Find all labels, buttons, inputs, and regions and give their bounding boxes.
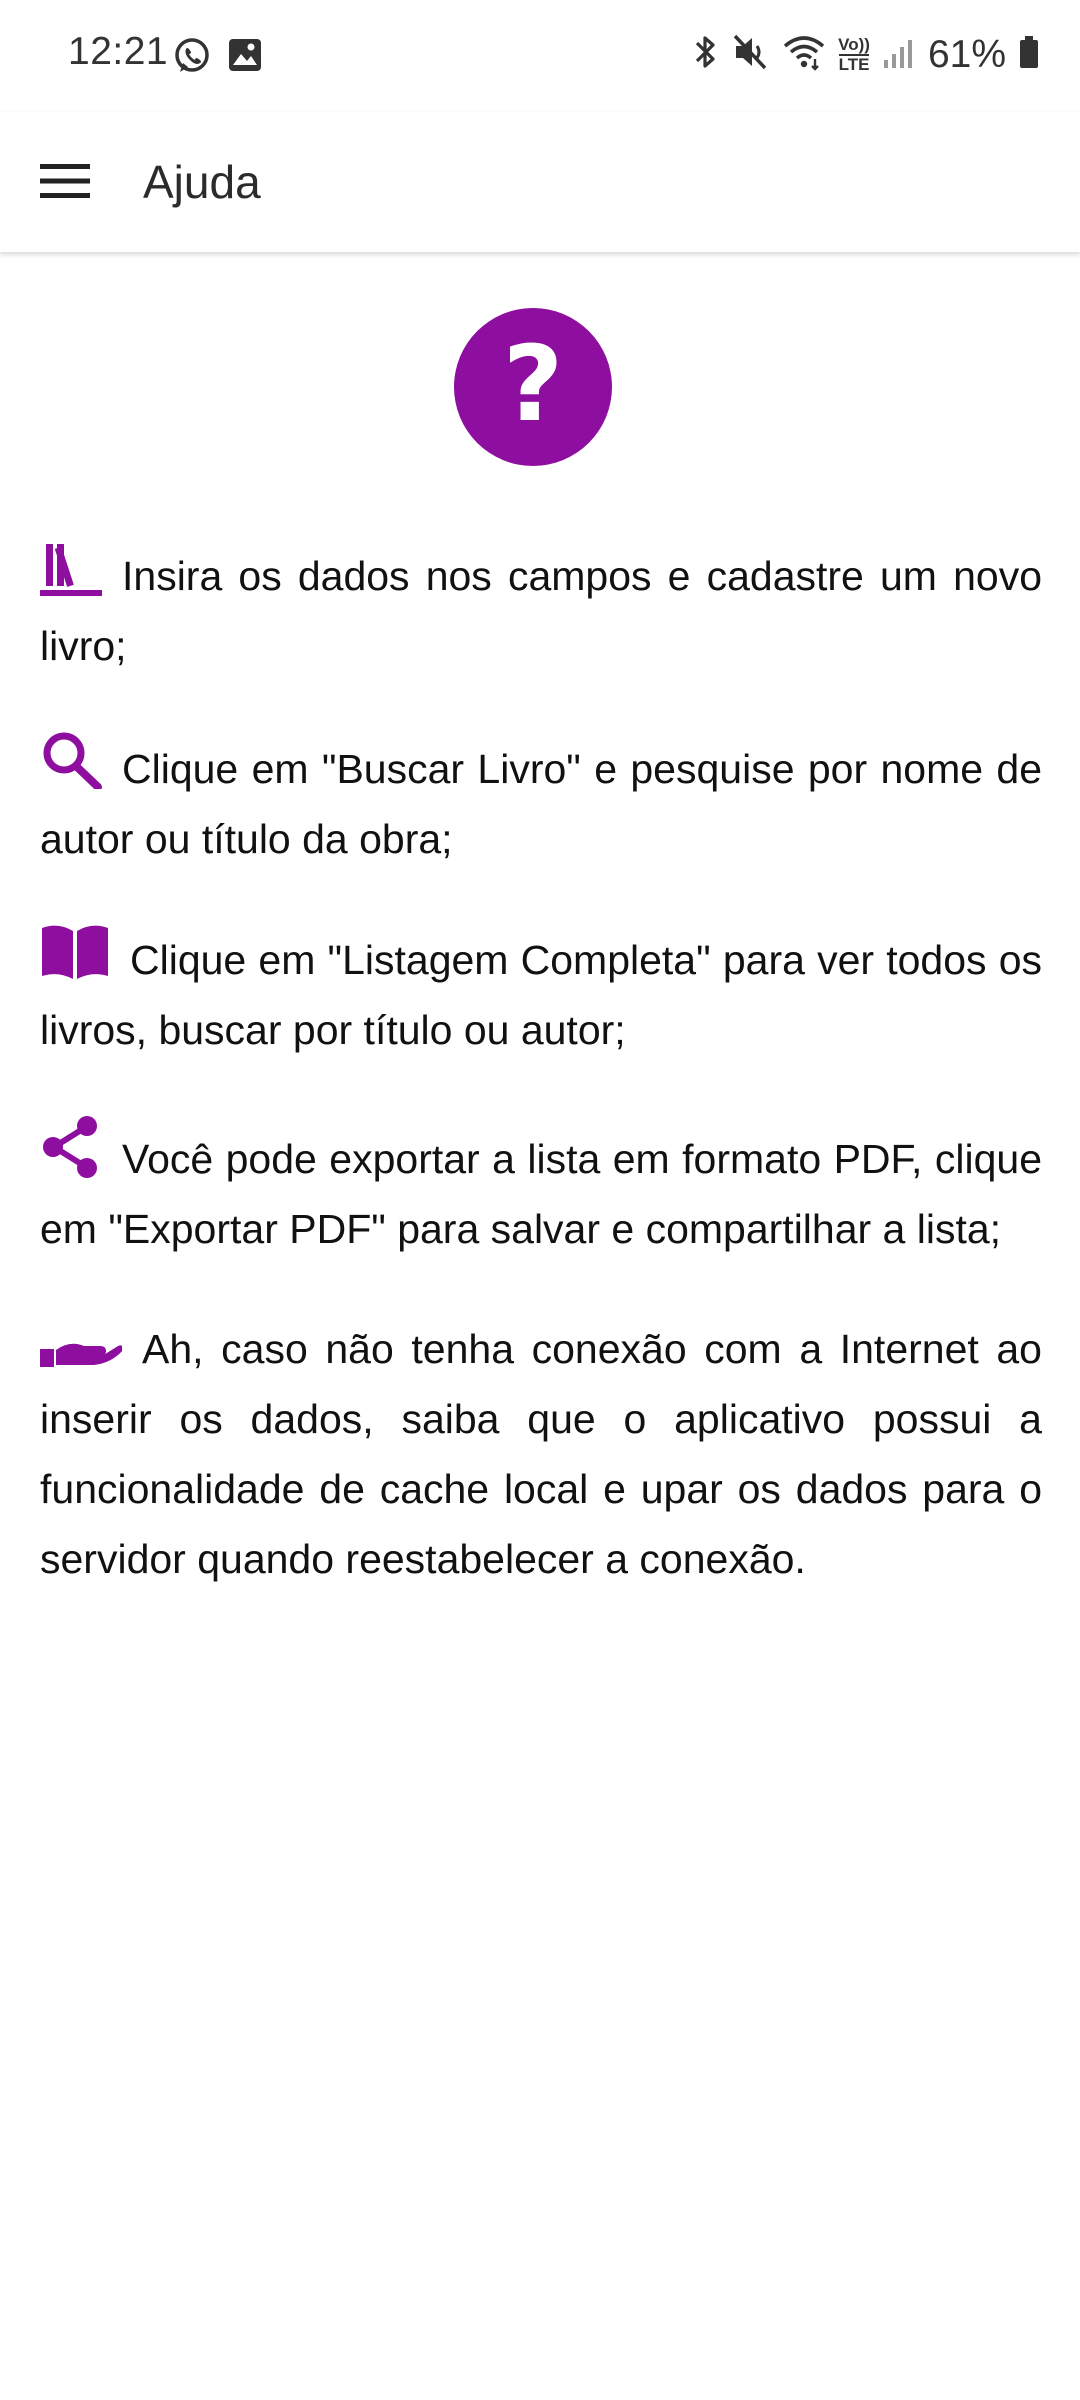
books-icon (40, 540, 102, 596)
help-item-text: Insira os dados nos campos e cadastre um… (40, 553, 1042, 669)
help-question-icon: ? (454, 308, 612, 466)
page-title: Ajuda (143, 156, 261, 208)
help-item-buscar: Clique em "Buscar Livro" e pesquise por … (40, 731, 1042, 874)
volte-label-top: Vo)) (838, 34, 870, 54)
bluetooth-icon (690, 32, 720, 77)
wifi-icon (782, 32, 826, 77)
menu-button[interactable] (24, 142, 106, 224)
help-item-listagem: Clique em "Listagem Completa" para ver t… (40, 924, 1042, 1065)
status-system-icons: Vo)) LTE 61% (690, 32, 1040, 77)
help-item-cache: Ah, caso não tenha conexão com a Interne… (40, 1314, 1042, 1594)
mute-icon (732, 32, 770, 77)
battery-icon (1018, 32, 1040, 77)
status-bar: 12:21 Vo)) LTE 61% (0, 0, 1080, 112)
status-notification-icons (172, 36, 264, 81)
app-bar: Ajuda (0, 112, 1080, 253)
help-item-text: Clique em "Listagem Completa" para ver t… (40, 937, 1042, 1053)
help-item-text: Ah, caso não tenha conexão com a Interne… (40, 1326, 1042, 1582)
help-item-cadastrar: Insira os dados nos campos e cadastre um… (40, 540, 1042, 681)
help-item-exportar: Você pode exportar a lista em formato PD… (40, 1115, 1042, 1264)
hamburger-menu-icon (40, 163, 90, 204)
status-time: 12:21 (68, 30, 169, 73)
search-icon (40, 731, 102, 789)
volte-label-bottom: LTE (838, 53, 870, 74)
open-book-icon (40, 924, 110, 980)
hand-icon (40, 1335, 122, 1369)
help-item-text: Você pode exportar a lista em formato PD… (40, 1136, 1042, 1252)
whatsapp-icon (172, 36, 212, 81)
help-item-text: Clique em "Buscar Livro" e pesquise por … (40, 746, 1042, 862)
signal-icon (882, 32, 916, 77)
share-icon (40, 1115, 102, 1179)
battery-percent: 61% (927, 32, 1006, 76)
help-badge: ? (454, 308, 612, 466)
gallery-icon (226, 36, 264, 81)
volte-icon: Vo)) LTE (838, 34, 870, 74)
help-badge-glyph: ? (503, 323, 563, 445)
help-list: Insira os dados nos campos e cadastre um… (40, 540, 1042, 1644)
